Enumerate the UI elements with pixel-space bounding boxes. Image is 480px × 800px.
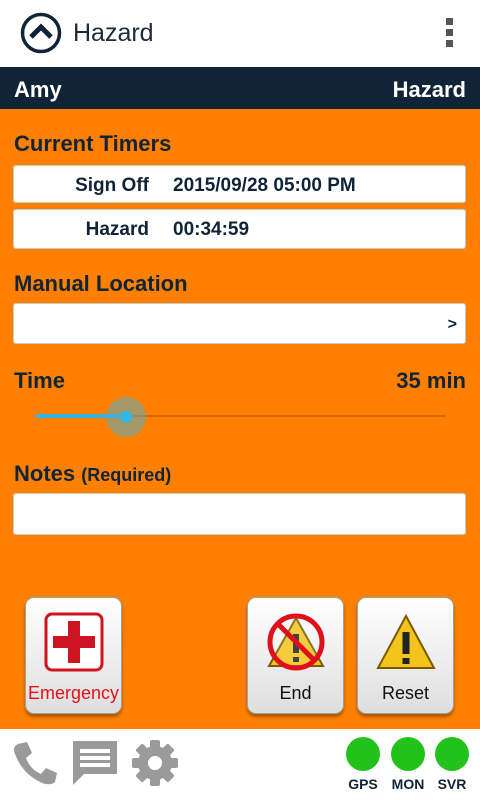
time-title: Time (14, 368, 65, 393)
location-title: Manual Location (14, 271, 188, 296)
current-status: Hazard (392, 77, 466, 102)
svr-status-label: SVR (437, 776, 467, 792)
message-icon[interactable] (70, 738, 120, 788)
timer-value: 2015/09/28 05:00 PM (173, 175, 356, 196)
notes-title: Notes (Required) (14, 461, 171, 487)
timer-label: Hazard (85, 219, 149, 240)
chevron-up-circle-icon[interactable] (20, 12, 62, 54)
emergency-label: Emergency (27, 683, 120, 703)
reset-label: Reset (381, 683, 430, 703)
no-hazard-icon (267, 613, 325, 671)
warning-icon (376, 613, 436, 669)
svr-status-indicator (435, 737, 469, 771)
chevron-right-icon: > (447, 316, 457, 333)
timers-title: Current Timers (14, 131, 172, 156)
timer-label: Sign Off (75, 175, 149, 196)
manual-location-field[interactable]: > (13, 303, 466, 344)
phone-icon[interactable] (10, 738, 60, 788)
notes-label: Notes (14, 461, 76, 486)
user-bar: Amy Hazard (0, 67, 480, 109)
page-title: Hazard (73, 19, 154, 47)
emergency-button[interactable]: Emergency (25, 597, 122, 714)
app-bar: Hazard (0, 0, 480, 67)
user-name: Amy (14, 77, 62, 102)
time-slider-thumb[interactable] (106, 397, 147, 437)
red-cross-icon (44, 612, 104, 672)
timer-row-sign-off: Sign Off 2015/09/28 05:00 PM (13, 165, 466, 203)
timer-row-hazard: Hazard 00:34:59 (13, 209, 466, 249)
mon-status-indicator (391, 737, 425, 771)
end-label: End (279, 683, 312, 703)
timer-value: 00:34:59 (173, 219, 250, 240)
notes-field[interactable] (13, 493, 466, 535)
gps-status-indicator (346, 737, 380, 771)
notes-required-label: (Required) (81, 465, 172, 485)
time-value: 35 min (396, 368, 466, 393)
end-button[interactable]: End (247, 597, 344, 714)
overflow-menu-icon[interactable] (444, 18, 454, 50)
gear-icon[interactable] (130, 738, 180, 788)
reset-button[interactable]: Reset (357, 597, 454, 714)
